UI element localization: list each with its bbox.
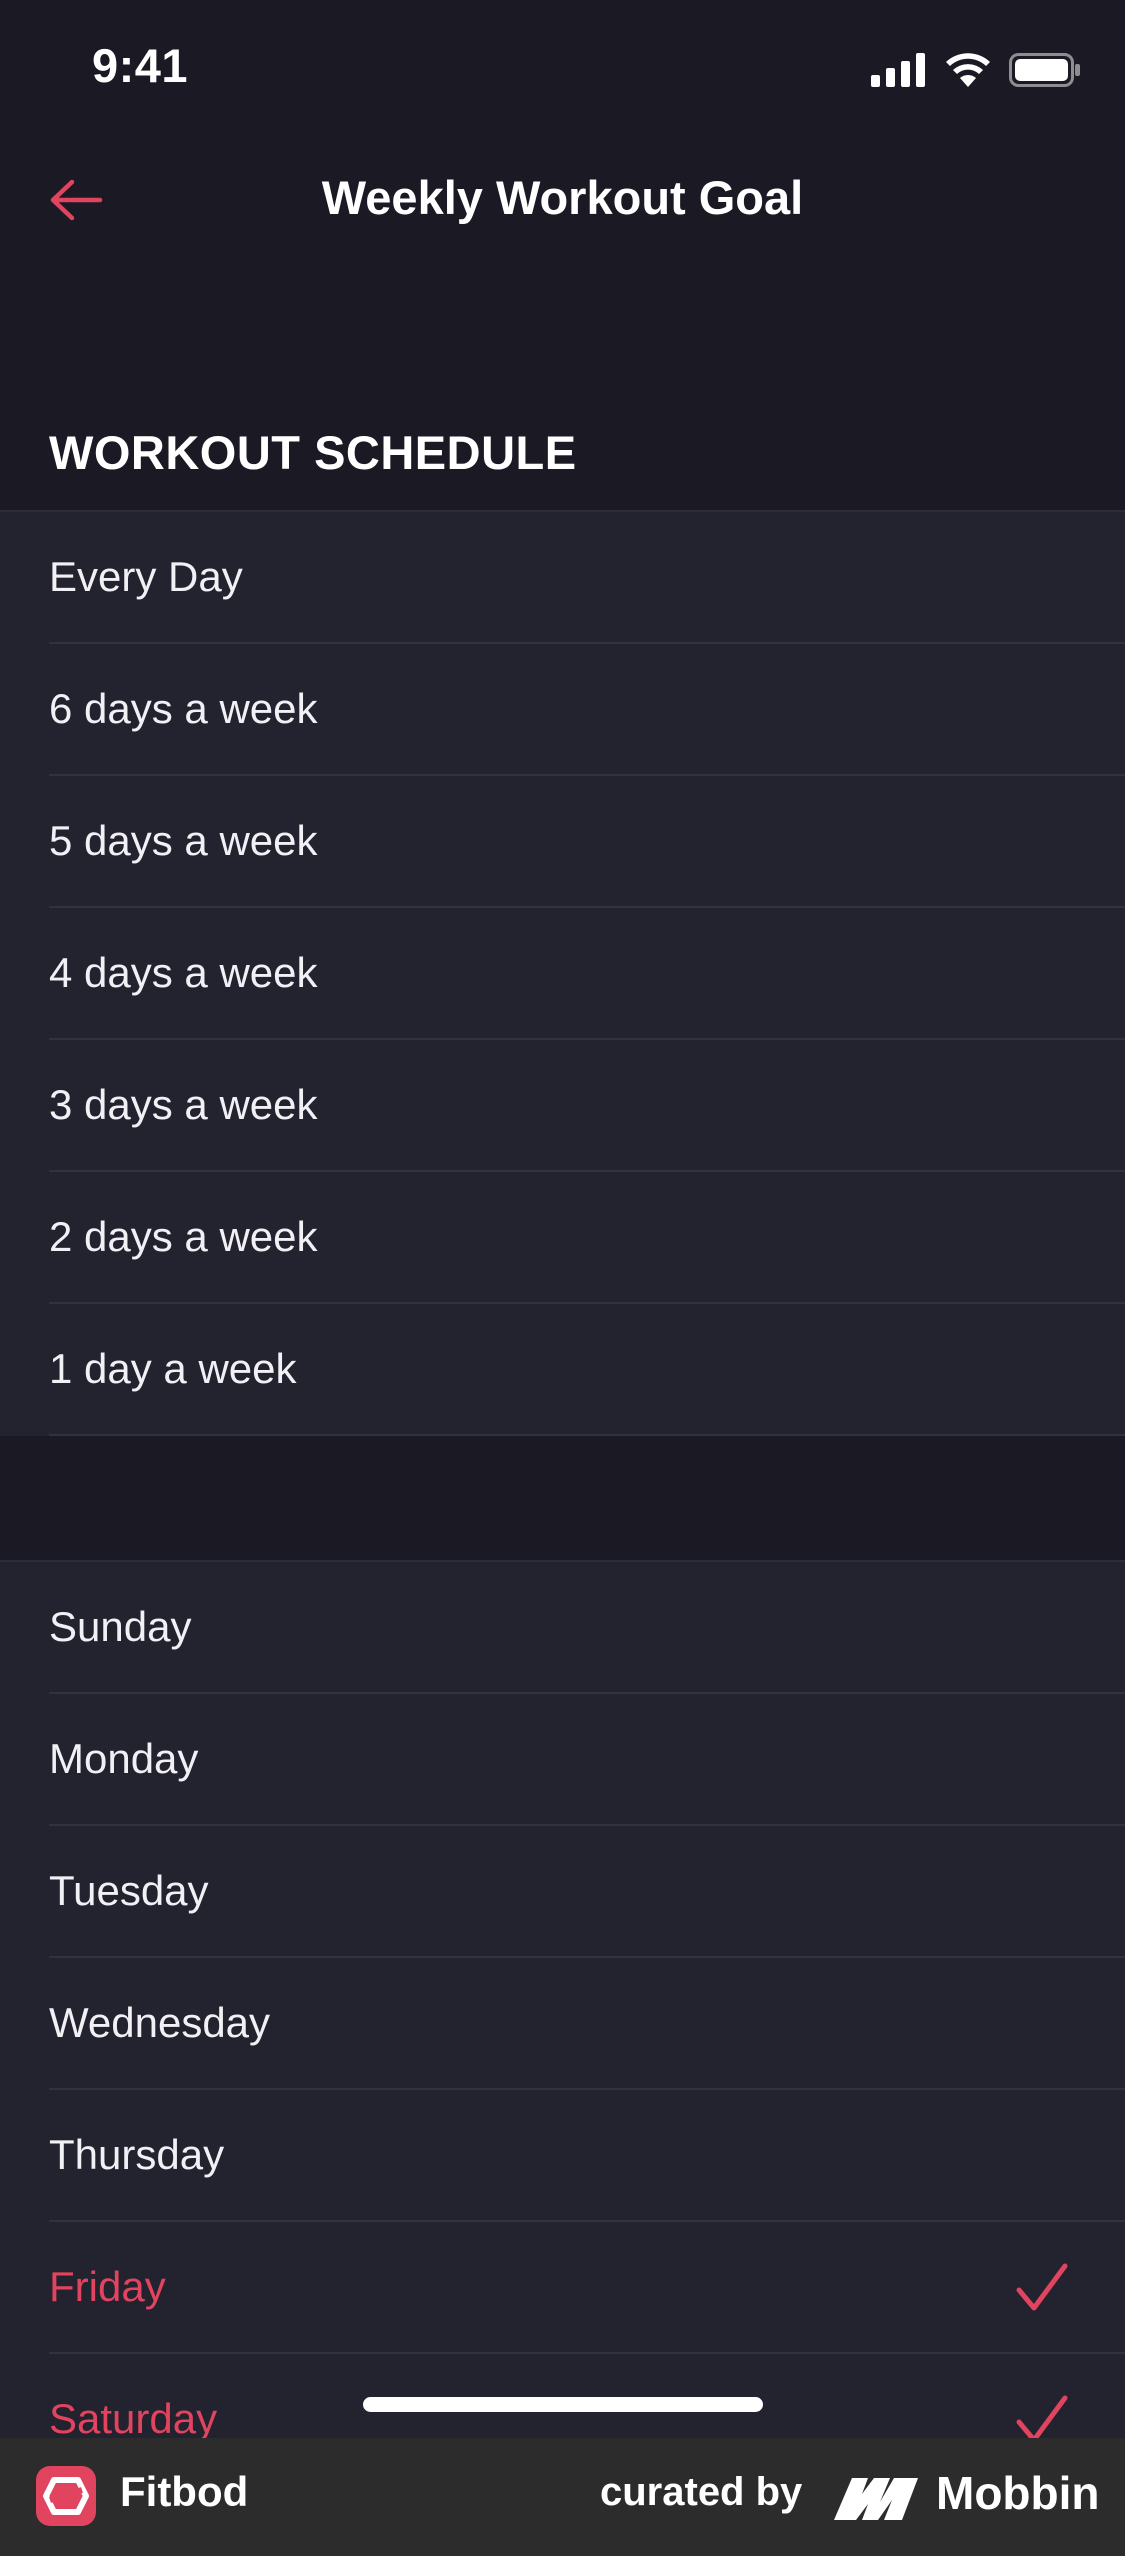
cellular-signal-icon [871, 53, 925, 87]
fitbod-logo-icon [36, 2466, 96, 2526]
schedule-option-label: 2 days a week [49, 1213, 318, 1260]
schedule-option-label: 1 day a week [49, 1345, 297, 1392]
weekday-row-thursday[interactable]: Thursday [49, 2090, 1125, 2222]
curated-by-label: curated by [600, 2470, 803, 2514]
status-bar: 9:41 [0, 0, 1125, 140]
weekday-label: Wednesday [49, 1999, 271, 2046]
weekday-label: Friday [49, 2263, 166, 2310]
schedule-option-label: 3 days a week [49, 1081, 318, 1128]
weekday-row-sunday[interactable]: Sunday [49, 1562, 1125, 1694]
schedule-option[interactable]: 6 days a week [49, 644, 1125, 776]
battery-icon [1009, 53, 1080, 87]
attribution-footer: Fitbod curated by Mobbin [0, 2438, 1125, 2556]
status-icons [871, 50, 1081, 90]
weekday-row-friday[interactable]: Friday [49, 2222, 1125, 2354]
wifi-icon [946, 53, 990, 87]
schedule-option[interactable]: 5 days a week [49, 776, 1125, 908]
schedule-options-list: Every Day 6 days a week 5 days a week 4 … [0, 510, 1125, 1436]
schedule-option-label: 6 days a week [49, 685, 318, 732]
schedule-option[interactable]: 2 days a week [49, 1172, 1125, 1304]
checkmark-icon [1016, 2263, 1068, 2311]
weekday-row-monday[interactable]: Monday [49, 1694, 1125, 1826]
home-indicator[interactable] [363, 2397, 763, 2412]
schedule-option-label: Every Day [49, 553, 243, 600]
weekday-label: Monday [49, 1735, 199, 1782]
schedule-option[interactable]: 3 days a week [49, 1040, 1125, 1172]
mobbin-logo-icon [834, 2478, 918, 2520]
navigation-bar: Weekly Workout Goal [0, 140, 1125, 260]
weekday-label: Thursday [49, 2131, 225, 2178]
mobbin-name: Mobbin [936, 2467, 1100, 2519]
weekday-row-wednesday[interactable]: Wednesday [49, 1958, 1125, 2090]
status-time: 9:41 [92, 39, 189, 92]
weekday-list: Sunday Monday Tuesday Wednesday Thursday… [0, 1560, 1125, 2486]
schedule-option-label: 5 days a week [49, 817, 318, 864]
weekday-label: Sunday [49, 1603, 192, 1650]
section-header-workout-schedule: WORKOUT SCHEDULE [49, 426, 577, 479]
schedule-option[interactable]: Every Day [49, 512, 1125, 644]
weekday-label: Tuesday [49, 1867, 209, 1914]
schedule-option-label: 4 days a week [49, 949, 318, 996]
brand-name: Fitbod [120, 2468, 249, 2515]
weekday-row-tuesday[interactable]: Tuesday [49, 1826, 1125, 1958]
schedule-option[interactable]: 1 day a week [49, 1304, 1125, 1436]
page-title: Weekly Workout Goal [321, 171, 804, 224]
schedule-option[interactable]: 4 days a week [49, 908, 1125, 1040]
